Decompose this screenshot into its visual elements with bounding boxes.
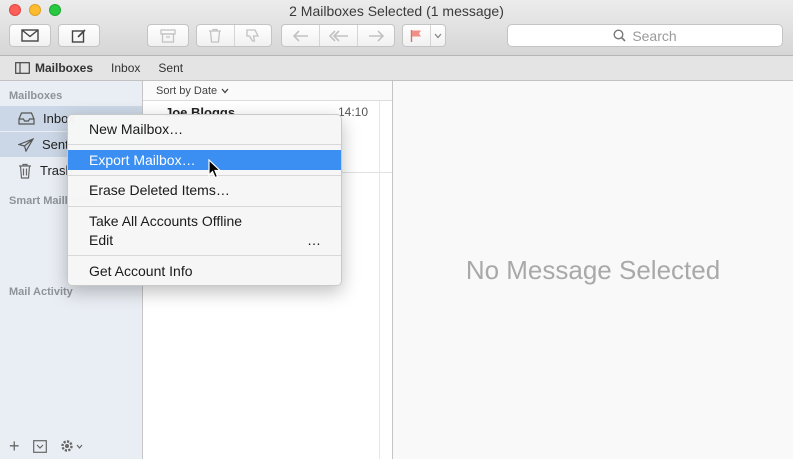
reply-all-arrow-icon [328,29,348,42]
delete-button[interactable] [197,25,234,46]
archive-box-icon [160,28,176,43]
search-field[interactable]: Search [507,24,783,47]
sidebar-footer: + [0,433,142,459]
menu-item-erase-deleted-items[interactable]: Erase Deleted Items… [68,180,341,200]
menu-item-edit-ellipsis: … [307,232,321,248]
reply-arrow-icon [292,29,308,42]
section-header-mail-activity: Mail Activity [9,286,73,298]
flag-button[interactable] [403,25,430,46]
trash-icon [19,163,31,179]
menu-item-edit-label: Edit [89,232,114,248]
reply-button[interactable] [282,25,319,46]
window-title: 2 Mailboxes Selected (1 message) [289,3,504,19]
sidebar-toggle-icon [15,62,30,74]
favorites-bar: Mailboxes Inbox Sent [0,56,793,81]
reply-all-button[interactable] [319,25,356,46]
flag-menu-button[interactable] [429,25,445,46]
favorite-inbox[interactable]: Inbox [111,61,140,75]
forward-button[interactable] [356,25,394,46]
menu-item-get-account-info[interactable]: Get Account Info [68,261,341,281]
menu-separator [68,144,341,145]
menu-item-edit[interactable]: Edit … [68,230,341,250]
sidebar-item-label: Sent [42,137,69,152]
chevron-down-icon [434,33,442,38]
menu-separator [68,175,341,176]
inbox-tray-icon [18,112,35,125]
message-viewer: No Message Selected [393,81,793,459]
trash-icon [209,28,222,43]
archive-button[interactable] [147,24,189,47]
envelope-icon [21,29,39,42]
menu-separator [68,255,341,256]
compose-icon [71,28,86,43]
magnifier-icon [613,29,626,42]
window-toolbar: 2 Mailboxes Selected (1 message) Search [0,0,793,56]
paper-plane-icon [18,137,34,152]
sort-by-date-button[interactable]: Sort by Date [143,81,392,101]
no-message-selected-label: No Message Selected [465,255,721,285]
menu-item-new-mailbox[interactable]: New Mailbox… [68,119,341,139]
mailboxes-label: Mailboxes [35,61,94,75]
delete-junk-group [196,24,272,47]
search-placeholder: Search [632,27,677,44]
show-hide-mail-activity-icon[interactable] [32,439,47,453]
show-mailboxes-button[interactable]: Mailboxes [15,61,93,75]
mouse-pointer-icon [208,159,222,179]
chevron-down-icon [221,88,229,93]
message-list-divider [379,101,380,459]
section-header-mailboxes: Mailboxes [9,90,63,102]
sort-label: Sort by Date [156,84,218,97]
menu-item-export-mailbox[interactable]: Export Mailbox… [68,150,341,170]
message-time: 14:10 [337,105,368,119]
settings-menu-button[interactable] [60,439,83,453]
favorite-sent[interactable]: Sent [158,61,183,75]
thumbs-down-icon [246,29,260,42]
reply-forward-group [281,24,395,47]
gear-icon [60,440,73,452]
forward-arrow-icon [368,29,384,42]
junk-button[interactable] [233,25,271,46]
menu-separator [68,206,341,207]
flag-icon [411,29,422,42]
flag-group [402,24,446,47]
mailbox-context-menu: New Mailbox… Export Mailbox… Erase Delet… [67,114,342,286]
get-mail-button[interactable] [9,24,51,47]
chevron-down-icon [76,444,82,449]
menu-item-take-accounts-offline[interactable]: Take All Accounts Offline [68,211,341,231]
add-mailbox-button[interactable]: + [9,436,20,457]
compose-button[interactable] [58,24,100,47]
